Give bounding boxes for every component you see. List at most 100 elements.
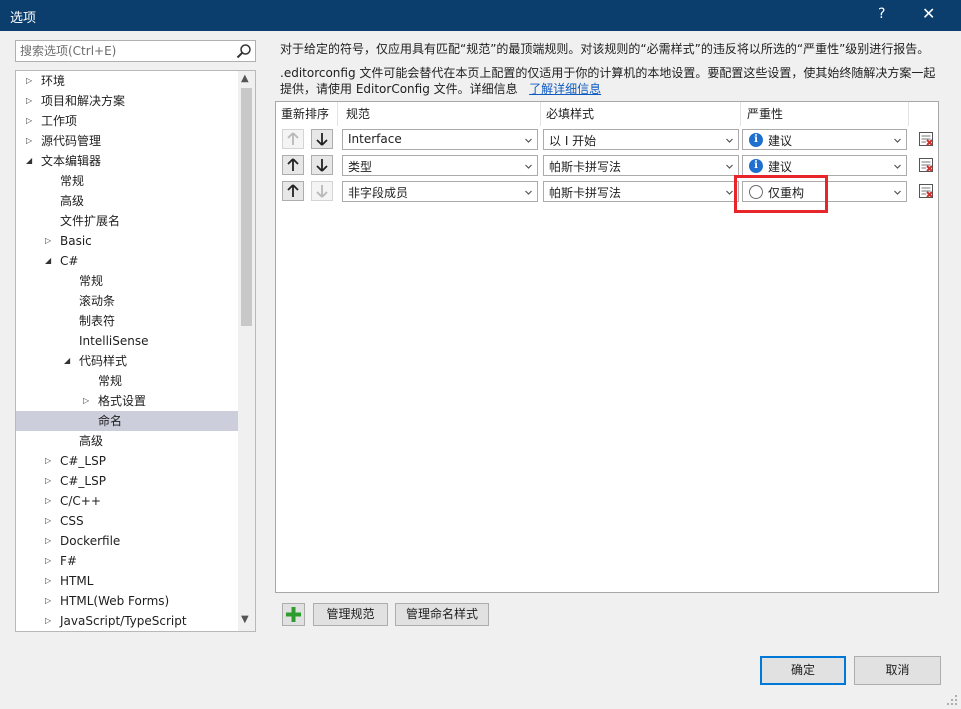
collapsed-arrow-icon[interactable]: ▷ [45, 551, 55, 571]
collapsed-arrow-icon[interactable]: ▷ [45, 451, 55, 471]
search-input[interactable] [16, 41, 230, 61]
tree-item[interactable]: 高级 [16, 431, 238, 451]
move-down-button[interactable] [311, 181, 333, 201]
ok-button[interactable]: 确定 [760, 656, 846, 685]
tree-item-label: HTML [60, 574, 94, 588]
tree-item-label: Dockerfile [60, 534, 121, 548]
add-rule-button[interactable] [282, 603, 305, 626]
tree-item-label: C/C++ [60, 494, 101, 508]
chevron-down-icon [893, 160, 902, 169]
header-reorder: 重新排序 [281, 107, 330, 121]
tree-item[interactable]: ▷ Basic [16, 231, 238, 251]
delete-rule-button[interactable] [918, 157, 934, 173]
tree-item[interactable]: ▷ C#_LSP [16, 451, 238, 471]
style-select[interactable]: 帕斯卡拼写法 [543, 181, 739, 202]
move-up-button[interactable] [282, 129, 304, 149]
collapsed-arrow-icon[interactable]: ▷ [83, 391, 93, 411]
expanded-arrow-icon[interactable]: ◢ [64, 351, 74, 371]
move-up-button[interactable] [282, 155, 304, 175]
resize-grip-icon[interactable] [946, 694, 958, 706]
severity-select[interactable]: 仅重构 [742, 181, 907, 202]
tree-item[interactable]: IntelliSense [16, 331, 238, 351]
scroll-down-icon[interactable]: ▼ [241, 614, 249, 625]
delete-rule-button[interactable] [918, 183, 934, 199]
collapsed-arrow-icon[interactable]: ▷ [45, 511, 55, 531]
tree-item[interactable]: 滚动条 [16, 291, 238, 311]
severity-select[interactable]: i 建议 [742, 155, 907, 176]
collapsed-arrow-icon[interactable]: ▷ [26, 91, 36, 111]
tree-item[interactable]: ▷ C/C++ [16, 491, 238, 511]
tree-item-label: 文件扩展名 [60, 214, 121, 228]
tree-item[interactable]: ▷ 环境 [16, 71, 238, 91]
spec-select[interactable]: 非字段成员 [342, 181, 538, 202]
header-separator [337, 102, 338, 126]
tree-item[interactable]: ▷ 格式设置 [16, 391, 238, 411]
window-title: 选项 [10, 11, 37, 26]
style-value: 以 I 开始 [549, 134, 597, 148]
chevron-down-icon [725, 134, 734, 143]
arrow-down-icon [316, 159, 328, 172]
expanded-arrow-icon[interactable]: ◢ [45, 251, 55, 271]
tree-scrollbar[interactable]: ▲ ▼ [238, 71, 255, 631]
tree-item[interactable]: ▷ F# [16, 551, 238, 571]
move-down-button[interactable] [311, 155, 333, 175]
tree-item[interactable]: ▷ Dockerfile [16, 531, 238, 551]
tree-item[interactable]: 高级 [16, 191, 238, 211]
tree-item[interactable]: ▷ JavaScript/TypeScript [16, 611, 238, 631]
collapsed-arrow-icon[interactable]: ▷ [45, 571, 55, 591]
tree-item[interactable]: ◢ C# [16, 251, 238, 271]
tree-item[interactable]: ▷ 项目和解决方案 [16, 91, 238, 111]
tree-item[interactable]: ▷ 源代码管理 [16, 131, 238, 151]
move-down-button[interactable] [311, 129, 333, 149]
manage-naming-styles-button[interactable]: 管理命名样式 [395, 603, 489, 626]
tree-item[interactable]: ▷ HTML(Web Forms) [16, 591, 238, 611]
collapsed-arrow-icon[interactable]: ▷ [45, 591, 55, 611]
spec-value: 非字段成员 [348, 186, 409, 200]
tree-item[interactable]: 文件扩展名 [16, 211, 238, 231]
chevron-down-icon [524, 160, 533, 169]
tree-item[interactable]: ▷ 工作项 [16, 111, 238, 131]
manage-specs-button[interactable]: 管理规范 [313, 603, 388, 626]
learn-more-link[interactable]: 了解详细信息 [529, 82, 601, 96]
collapsed-arrow-icon[interactable]: ▷ [45, 531, 55, 551]
move-up-button[interactable] [282, 181, 304, 201]
collapsed-arrow-icon[interactable]: ▷ [26, 111, 36, 131]
scroll-up-icon[interactable]: ▲ [241, 73, 249, 84]
collapsed-arrow-icon[interactable]: ▷ [45, 611, 55, 631]
delete-rule-button[interactable] [918, 131, 934, 147]
spec-select[interactable]: 类型 [342, 155, 538, 176]
tree-item[interactable]: 常规 [16, 371, 238, 391]
delete-row-icon [919, 158, 933, 172]
expanded-arrow-icon[interactable]: ◢ [26, 151, 36, 171]
arrow-down-icon [316, 185, 328, 198]
collapsed-arrow-icon[interactable]: ▷ [26, 131, 36, 151]
style-select[interactable]: 帕斯卡拼写法 [543, 155, 739, 176]
tree-item-label: 滚动条 [79, 294, 116, 308]
search-icon[interactable] [236, 43, 252, 59]
collapsed-arrow-icon[interactable]: ▷ [45, 471, 55, 491]
header-severity: 严重性 [747, 107, 784, 121]
tree-item[interactable]: ◢ 代码样式 [16, 351, 238, 371]
tree-item[interactable]: ◢ 文本编辑器 [16, 151, 238, 171]
tree-item[interactable]: ▷ HTML [16, 571, 238, 591]
spec-select[interactable]: Interface [342, 129, 538, 150]
tree-item[interactable]: ▷ CSS [16, 511, 238, 531]
collapsed-arrow-icon[interactable]: ▷ [45, 231, 55, 251]
tree-item[interactable]: 常规 [16, 171, 238, 191]
collapsed-arrow-icon[interactable]: ▷ [45, 491, 55, 511]
tree-item[interactable]: 常规 [16, 271, 238, 291]
tree-item[interactable]: 制表符 [16, 311, 238, 331]
header-style: 必填样式 [546, 107, 595, 121]
cancel-button[interactable]: 取消 [854, 656, 941, 685]
tree-item[interactable]: ▷ C#_LSP [16, 471, 238, 491]
header-spec: 规范 [346, 107, 371, 121]
tree-item[interactable]: 命名 [16, 411, 238, 431]
chevron-down-icon [524, 134, 533, 143]
severity-select[interactable]: i 建议 [742, 129, 907, 150]
info-icon: i [749, 159, 763, 173]
scroll-thumb[interactable] [241, 88, 252, 326]
collapsed-arrow-icon[interactable]: ▷ [26, 71, 36, 91]
help-button[interactable]: ? [878, 6, 885, 22]
close-button[interactable]: ✕ [922, 4, 935, 23]
style-select[interactable]: 以 I 开始 [543, 129, 739, 150]
